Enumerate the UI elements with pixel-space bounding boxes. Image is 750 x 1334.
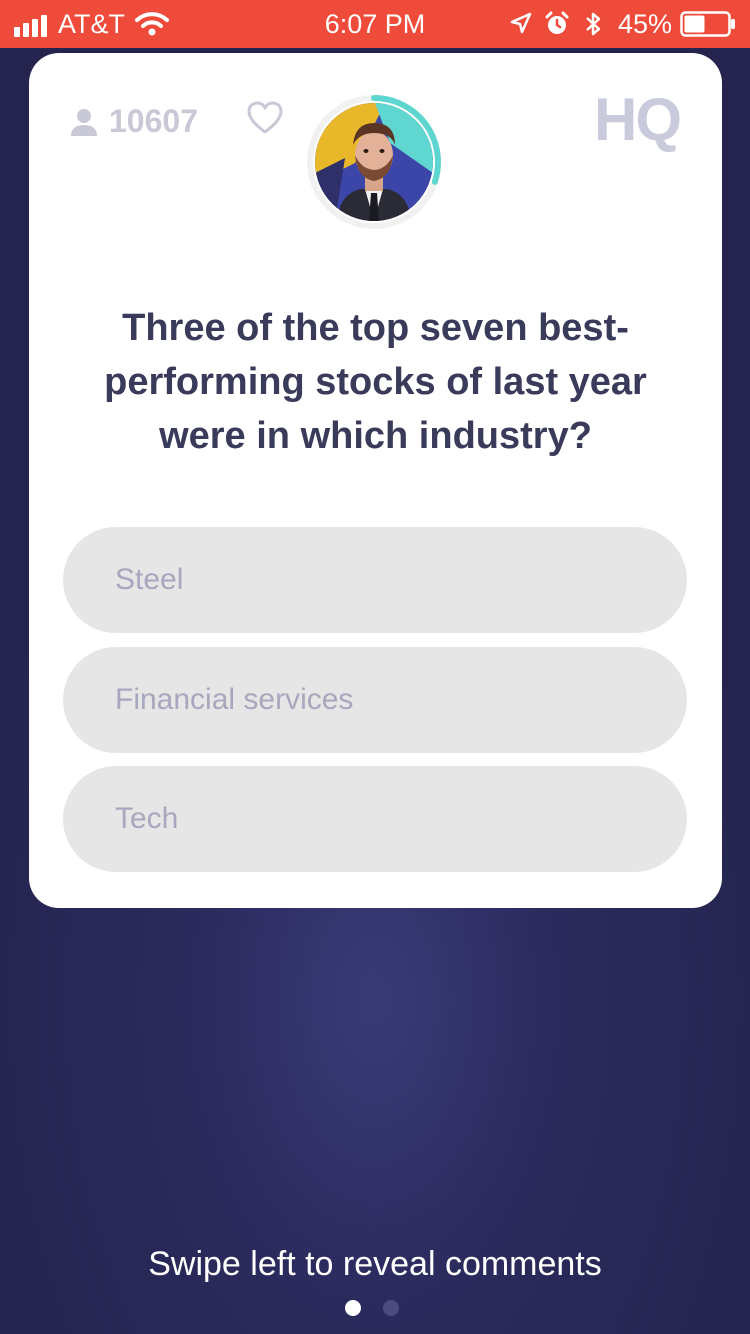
viewer-count-value: 10607 — [109, 103, 198, 139]
battery-percentage: 45% — [617, 9, 672, 39]
location-icon — [510, 12, 532, 34]
heart-icon[interactable] — [247, 101, 283, 135]
host-avatar — [315, 103, 433, 221]
swipe-hint: Swipe left to reveal comments — [148, 1245, 602, 1283]
question-text: Three of the top seven best-performing s… — [104, 307, 647, 457]
viewer-count: 10607 — [69, 103, 198, 140]
page-dot-1[interactable] — [345, 1300, 361, 1316]
answer-option-3[interactable]: Tech — [63, 766, 687, 872]
battery-icon — [680, 11, 735, 37]
question-card: 10607 HQ Three of the top seven best-per… — [29, 53, 722, 908]
status-bar: AT&T 6:07 PM 45% — [0, 0, 750, 48]
bluetooth-icon — [586, 12, 601, 36]
answer-option-2[interactable]: Financial services — [63, 647, 687, 753]
hq-logo: HQ — [594, 86, 682, 153]
host-video — [305, 93, 443, 231]
page-dot-2[interactable] — [383, 1300, 399, 1316]
alarm-icon — [545, 11, 569, 34]
status-right: 45% — [498, 9, 736, 39]
page-indicator[interactable] — [345, 1300, 421, 1316]
answer-option-1[interactable]: Steel — [63, 527, 687, 633]
user-icon — [71, 108, 97, 136]
